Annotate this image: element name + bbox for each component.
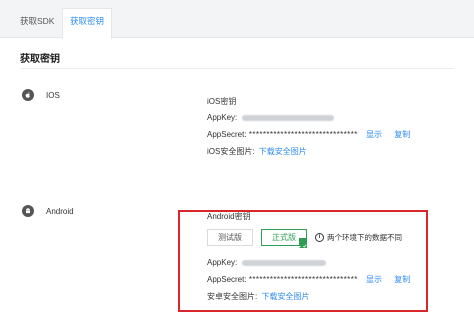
ios-appsecret-mask: *******************************	[248, 130, 358, 139]
apple-icon	[22, 89, 34, 101]
android-icon	[22, 205, 34, 217]
tab-get-key[interactable]: 获取密钥	[62, 8, 112, 39]
ios-appkey-label: AppKey:	[207, 113, 238, 122]
ios-show-secret-link[interactable]: 显示	[366, 130, 382, 139]
ios-copy-secret-link[interactable]: 复制	[394, 130, 410, 139]
ios-cert-row: iOS安全图片: 下载安全图片	[207, 146, 307, 157]
page-title: 获取密钥	[20, 54, 60, 65]
platform-android: Android	[22, 205, 74, 217]
platform-ios-label: IOS	[46, 90, 60, 100]
divider	[20, 68, 454, 69]
ios-appsecret-label: AppSecret:	[207, 130, 247, 139]
ios-appsecret-row: AppSecret: *****************************…	[207, 129, 410, 140]
tab-bar: 获取SDK 获取密钥	[0, 0, 474, 39]
ios-appkey-row: AppKey:	[207, 113, 335, 122]
ios-download-cert-link[interactable]: 下载安全图片	[259, 147, 307, 156]
ios-cert-label: iOS安全图片:	[207, 147, 255, 156]
ios-key-title: iOS密钥	[207, 97, 237, 106]
platform-ios: IOS	[22, 89, 60, 101]
highlight-box	[178, 210, 428, 312]
platform-android-label: Android	[46, 206, 74, 216]
ios-appkey-value	[242, 114, 335, 121]
tab-get-sdk[interactable]: 获取SDK	[20, 10, 54, 38]
